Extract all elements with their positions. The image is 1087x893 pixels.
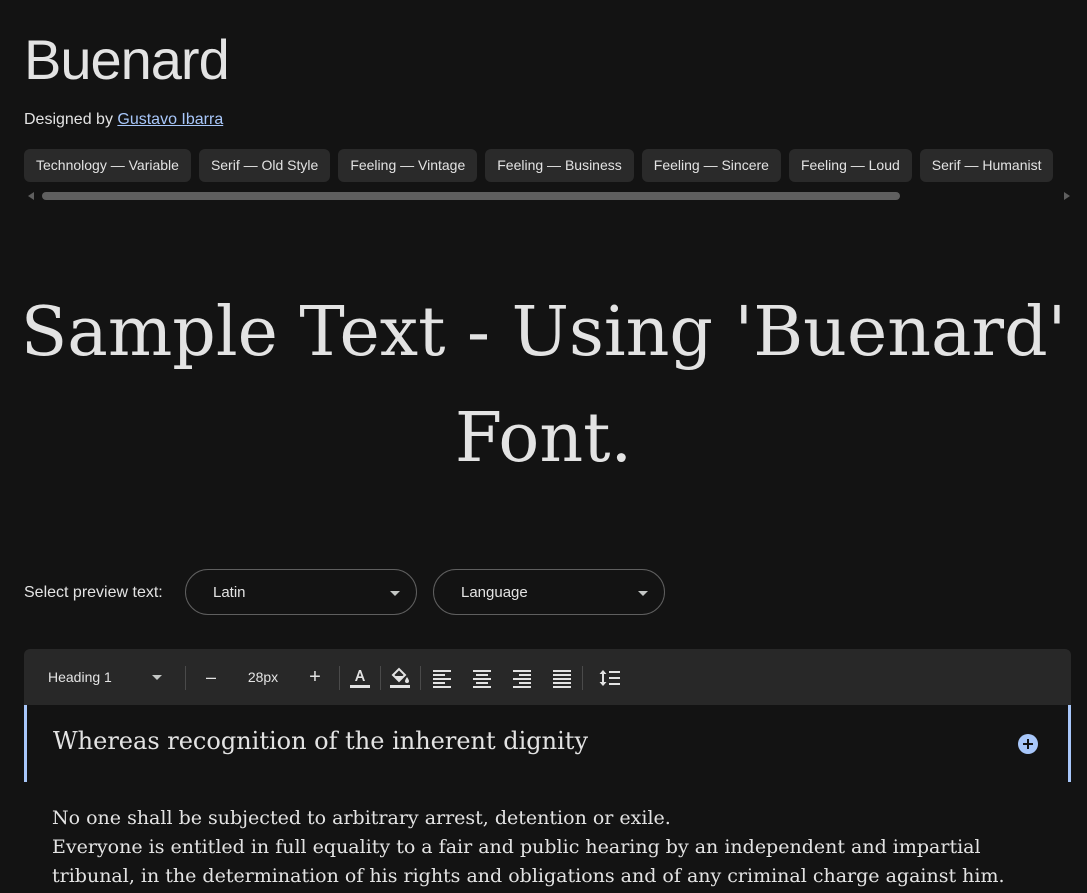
align-right-icon[interactable]	[510, 649, 534, 705]
designer-line: Designed by Gustavo Ibarra	[24, 110, 223, 130]
tag-chip[interactable]: Feeling — Business	[485, 149, 634, 182]
text-color-icon[interactable]	[348, 649, 372, 705]
editor-heading-text[interactable]: Whereas recognition of the inherent dign…	[53, 725, 588, 757]
chevron-down-icon	[638, 591, 648, 596]
editor-paragraph[interactable]: Everyone is entitled in full equality to…	[52, 833, 1052, 891]
tag-chip[interactable]: Feeling — Sincere	[641, 149, 781, 182]
text-style-value: Heading 1	[48, 669, 112, 685]
add-block-icon[interactable]	[1018, 734, 1038, 754]
editor-body[interactable]: No one shall be subjected to arbitrary a…	[52, 804, 1052, 891]
font-specimen-page: Buenard Designed by Gustavo Ibarra Techn…	[0, 0, 1087, 893]
toolbar-divider	[185, 666, 186, 690]
toolbar-divider	[380, 666, 381, 690]
toolbar-divider	[582, 666, 583, 690]
line-spacing-icon[interactable]	[598, 649, 622, 705]
tag-chip[interactable]: Feeling — Loud	[788, 149, 912, 182]
toolbar-divider	[339, 666, 340, 690]
sample-text-line-1: Sample Text - Using 'Buenard'	[20, 293, 1067, 372]
sample-text: Sample Text - Using 'Buenard' Font.	[0, 280, 1087, 492]
align-center-icon[interactable]	[470, 649, 494, 705]
editor-toolbar: Heading 1 – 28px +	[24, 649, 1071, 705]
tag-list: Technology — Variable Serif — Old Style Fe…	[24, 149, 1087, 182]
decrease-size-button[interactable]: –	[198, 649, 224, 705]
editor-heading-block[interactable]: Whereas recognition of the inherent dign…	[24, 705, 1071, 782]
increase-size-button[interactable]: +	[302, 649, 328, 705]
chevron-down-icon	[152, 675, 162, 680]
script-select-value: Latin	[213, 584, 246, 601]
tag-scrollbar[interactable]	[24, 189, 1074, 203]
tag-chip[interactable]: Serif — Old Style	[198, 149, 331, 182]
tag-chip[interactable]: Feeling — Vintage	[338, 149, 478, 182]
editor-paragraph[interactable]: No one shall be subjected to arbitrary a…	[52, 804, 1052, 833]
font-title: Buenard	[24, 28, 230, 91]
scroll-right-arrow-icon[interactable]	[1064, 192, 1070, 200]
language-select-placeholder: Language	[461, 584, 528, 601]
script-select[interactable]: Latin	[185, 569, 417, 615]
toolbar-divider	[420, 666, 421, 690]
language-select[interactable]: Language	[433, 569, 665, 615]
highlight-color-icon[interactable]	[388, 649, 412, 705]
scroll-left-arrow-icon[interactable]	[28, 192, 34, 200]
align-left-icon[interactable]	[430, 649, 454, 705]
align-justify-icon[interactable]	[550, 649, 574, 705]
tag-chip[interactable]: Technology — Variable	[24, 149, 191, 182]
scroll-thumb[interactable]	[42, 192, 900, 200]
text-style-select[interactable]: Heading 1	[48, 649, 188, 705]
designed-by-label: Designed by	[24, 111, 118, 128]
chevron-down-icon	[390, 591, 400, 596]
font-size-value[interactable]: 28px	[238, 649, 288, 705]
designer-link[interactable]: Gustavo Ibarra	[117, 111, 223, 128]
tag-chip[interactable]: Serif — Humanist	[919, 149, 1054, 182]
preview-text-label: Select preview text:	[24, 584, 163, 601]
sample-text-line-2: Font.	[454, 399, 633, 478]
